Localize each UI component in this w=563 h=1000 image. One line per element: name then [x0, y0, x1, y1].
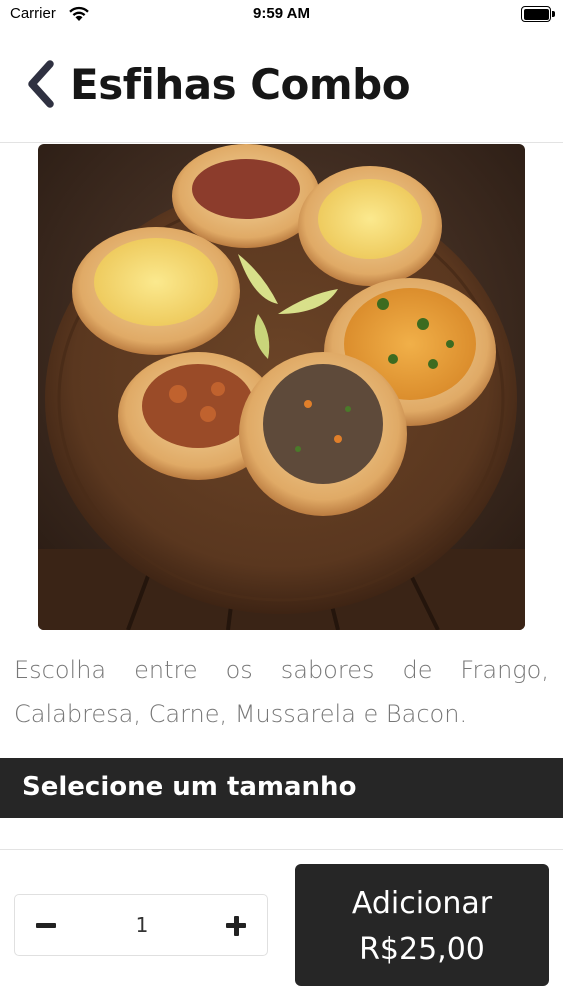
product-description: Escolha entre os sabores de Frango, Cala… [14, 656, 549, 728]
size-section-header: Selecione um tamanho [0, 758, 563, 818]
quantity-stepper: 1 [14, 894, 268, 956]
product-image [38, 144, 525, 630]
footer-divider [0, 849, 563, 850]
add-button-label: Adicionar [351, 886, 493, 921]
nav-header: Esfihas Combo [0, 30, 563, 143]
clock: 9:59 AM [253, 5, 310, 22]
add-to-cart-button[interactable]: Adicionar R$25,00 [295, 864, 549, 986]
page-title: Esfihas Combo [70, 60, 411, 109]
size-section-title: Selecione um tamanho [22, 772, 357, 802]
back-button[interactable] [20, 58, 60, 110]
battery-icon [521, 6, 555, 22]
chevron-left-icon [28, 60, 54, 108]
increase-quantity-button[interactable] [219, 909, 253, 943]
add-button-price: R$25,00 [359, 932, 485, 967]
status-bar: Carrier 9:59 AM [0, 0, 563, 30]
